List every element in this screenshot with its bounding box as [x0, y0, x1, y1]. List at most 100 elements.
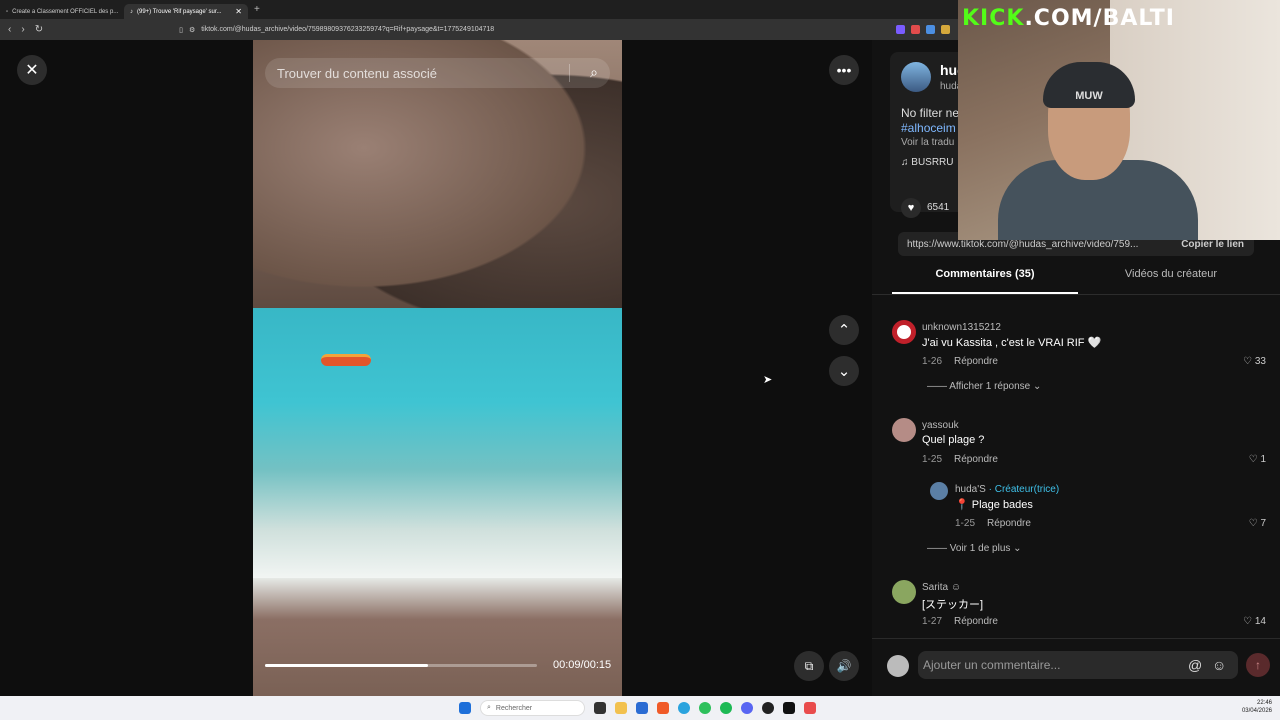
comment-date: 1-25	[922, 454, 943, 465]
page-icon: ▫	[6, 8, 9, 15]
commenter-avatar[interactable]	[892, 580, 916, 604]
previous-video-icon[interactable]: ⌃	[829, 315, 859, 345]
like-count: 6541	[927, 202, 950, 213]
bookmark-icon[interactable]: ▯	[179, 26, 183, 34]
close-icon[interactable]: ✕	[17, 55, 47, 85]
beach-image	[253, 578, 622, 696]
comment-placeholder: Ajouter un commentaire...	[923, 658, 1061, 672]
telegram-icon[interactable]	[678, 702, 690, 714]
browser-tab-classement[interactable]: ▫ Create a Classement OFFICIEL des p...	[0, 4, 124, 19]
volume-icon[interactable]: 🔊	[829, 651, 859, 681]
video-description: No filter ne	[901, 106, 960, 120]
windows-start-icon[interactable]	[459, 702, 471, 714]
comment-like-count: 1	[1260, 454, 1266, 465]
comment-like-button[interactable]: ♡ 1	[1249, 454, 1266, 465]
video-progress-bar[interactable]	[265, 664, 537, 667]
comment-date: 1-25	[955, 518, 976, 529]
webcam-overlay: MUW	[958, 0, 1280, 240]
next-video-icon[interactable]: ⌄	[829, 356, 859, 386]
progress-fill	[265, 664, 429, 667]
url-field[interactable]: tiktok.com/@hudas_archive/video/75989809…	[201, 26, 494, 33]
comment-like-count: 7	[1260, 518, 1266, 529]
comment-text: [ステッカー]	[922, 599, 984, 611]
emoji-icon[interactable]: ☺	[1212, 657, 1226, 673]
commenter-avatar[interactable]	[892, 418, 916, 442]
show-replies-label: Afficher 1 réponse ⌄	[949, 381, 1042, 392]
comment-date: 1-26	[922, 356, 943, 367]
show-replies-button[interactable]: —— Afficher 1 réponse ⌄	[927, 381, 1041, 392]
search-placeholder: Trouver du contenu associé	[277, 65, 437, 81]
reply-button[interactable]: Répondre	[954, 616, 998, 627]
brave-icon[interactable]	[657, 702, 669, 714]
tab-creator-videos[interactable]: Vidéos du créateur	[1078, 268, 1264, 294]
spotify-icon[interactable]	[720, 702, 732, 714]
mention-icon[interactable]: @	[1188, 657, 1202, 673]
comment-like-button[interactable]: ♡ 14	[1243, 616, 1266, 627]
taskbar-search-placeholder: Rechercher	[495, 704, 533, 712]
commenter-avatar[interactable]	[892, 320, 916, 344]
comment-text: 📍 Plage bades	[955, 499, 1033, 511]
extension-icon[interactable]	[896, 25, 905, 34]
sea-image	[253, 308, 622, 578]
send-icon[interactable]: ↑	[1246, 653, 1270, 677]
taskbar-search[interactable]: ⌕ Rechercher	[480, 700, 585, 716]
comment-item: Sarita ☺ [ステッカー] 1-27 Répondre ♡ 14	[892, 580, 1272, 630]
show-more-label: Voir 1 de plus ⌄	[949, 543, 1022, 554]
store-icon[interactable]	[636, 702, 648, 714]
divider	[569, 64, 570, 82]
related-search-input[interactable]: Trouver du contenu associé ⌕	[265, 58, 610, 88]
back-icon[interactable]: ‹	[8, 24, 11, 35]
user-avatar[interactable]	[887, 655, 909, 677]
comment-text: Quel plage ?	[922, 434, 985, 446]
search-icon[interactable]: ⌕	[590, 64, 598, 81]
reload-icon[interactable]: ↻	[35, 24, 43, 35]
beanie-text: MUW	[1075, 90, 1103, 102]
site-info-icon[interactable]: ⚙	[189, 26, 195, 34]
music-link[interactable]: ♫ BUSRRU	[901, 157, 954, 168]
see-translation-link[interactable]: Voir la tradu	[901, 137, 954, 148]
kick-logo-text: KICK	[962, 6, 1025, 31]
copy-link-button[interactable]: Copier le lien	[1181, 239, 1244, 250]
task-view-icon[interactable]	[594, 702, 606, 714]
reply-button[interactable]: Répondre	[954, 356, 998, 367]
discord-icon[interactable]	[741, 702, 753, 714]
extension-icon[interactable]	[941, 25, 950, 34]
panel-tabs: Commentaires (35) Vidéos du créateur	[892, 268, 1264, 294]
commenter-name[interactable]: huda'S · Créateur(trice)	[955, 484, 1059, 495]
commenter-name[interactable]: Sarita ☺	[922, 582, 961, 593]
comment-input[interactable]: Ajouter un commentaire... @ ☺	[918, 651, 1238, 679]
extension-icon[interactable]	[926, 25, 935, 34]
pip-icon[interactable]: ⧉	[794, 651, 824, 681]
comment-like-button[interactable]: ♡ 33	[1243, 356, 1266, 367]
new-tab-button[interactable]: +	[254, 4, 260, 15]
reply-button[interactable]: Répondre	[987, 518, 1031, 529]
browser-tab-tiktok[interactable]: ♪ (99+) Trouve 'Rif paysage' sur... ✕	[124, 4, 248, 19]
file-explorer-icon[interactable]	[615, 702, 627, 714]
tab-comments[interactable]: Commentaires (35)	[892, 268, 1078, 294]
commenter-name[interactable]: unknown1315212	[922, 322, 1001, 333]
comment-text: J'ai vu Kassita , c'est le VRAI RIF 🤍	[922, 337, 1102, 349]
app-icon[interactable]	[804, 702, 816, 714]
whatsapp-icon[interactable]	[699, 702, 711, 714]
share-link-text: https://www.tiktok.com/@hudas_archive/vi…	[907, 238, 1139, 250]
kick-watermark: KICK.COM/BALTI	[962, 6, 1175, 31]
close-tab-icon[interactable]: ✕	[235, 7, 242, 16]
extension-icon[interactable]	[911, 25, 920, 34]
reply-item: huda'S · Créateur(trice) 📍 Plage bades 1…	[930, 482, 1272, 532]
hashtag-link[interactable]: #alhoceim	[901, 121, 956, 135]
comment-like-count: 14	[1254, 616, 1266, 627]
commenter-name[interactable]: yassouk	[922, 420, 959, 431]
show-more-replies-button[interactable]: —— Voir 1 de plus ⌄	[927, 543, 1022, 554]
windows-taskbar: ⌕ Rechercher 22:46 03/04/2026	[0, 696, 1280, 720]
reply-button[interactable]: Répondre	[954, 454, 998, 465]
commenter-avatar[interactable]	[930, 482, 948, 500]
creator-avatar[interactable]	[901, 62, 931, 92]
forward-icon[interactable]: ›	[21, 24, 24, 35]
notion-icon[interactable]	[783, 702, 795, 714]
comment-like-button[interactable]: ♡ 7	[1249, 518, 1266, 529]
system-clock[interactable]: 22:46 03/04/2026	[1242, 699, 1272, 715]
video-frame[interactable]	[253, 40, 622, 696]
heart-icon[interactable]: ♥	[901, 198, 921, 218]
obs-icon[interactable]	[762, 702, 774, 714]
more-options-icon[interactable]: •••	[829, 55, 859, 85]
